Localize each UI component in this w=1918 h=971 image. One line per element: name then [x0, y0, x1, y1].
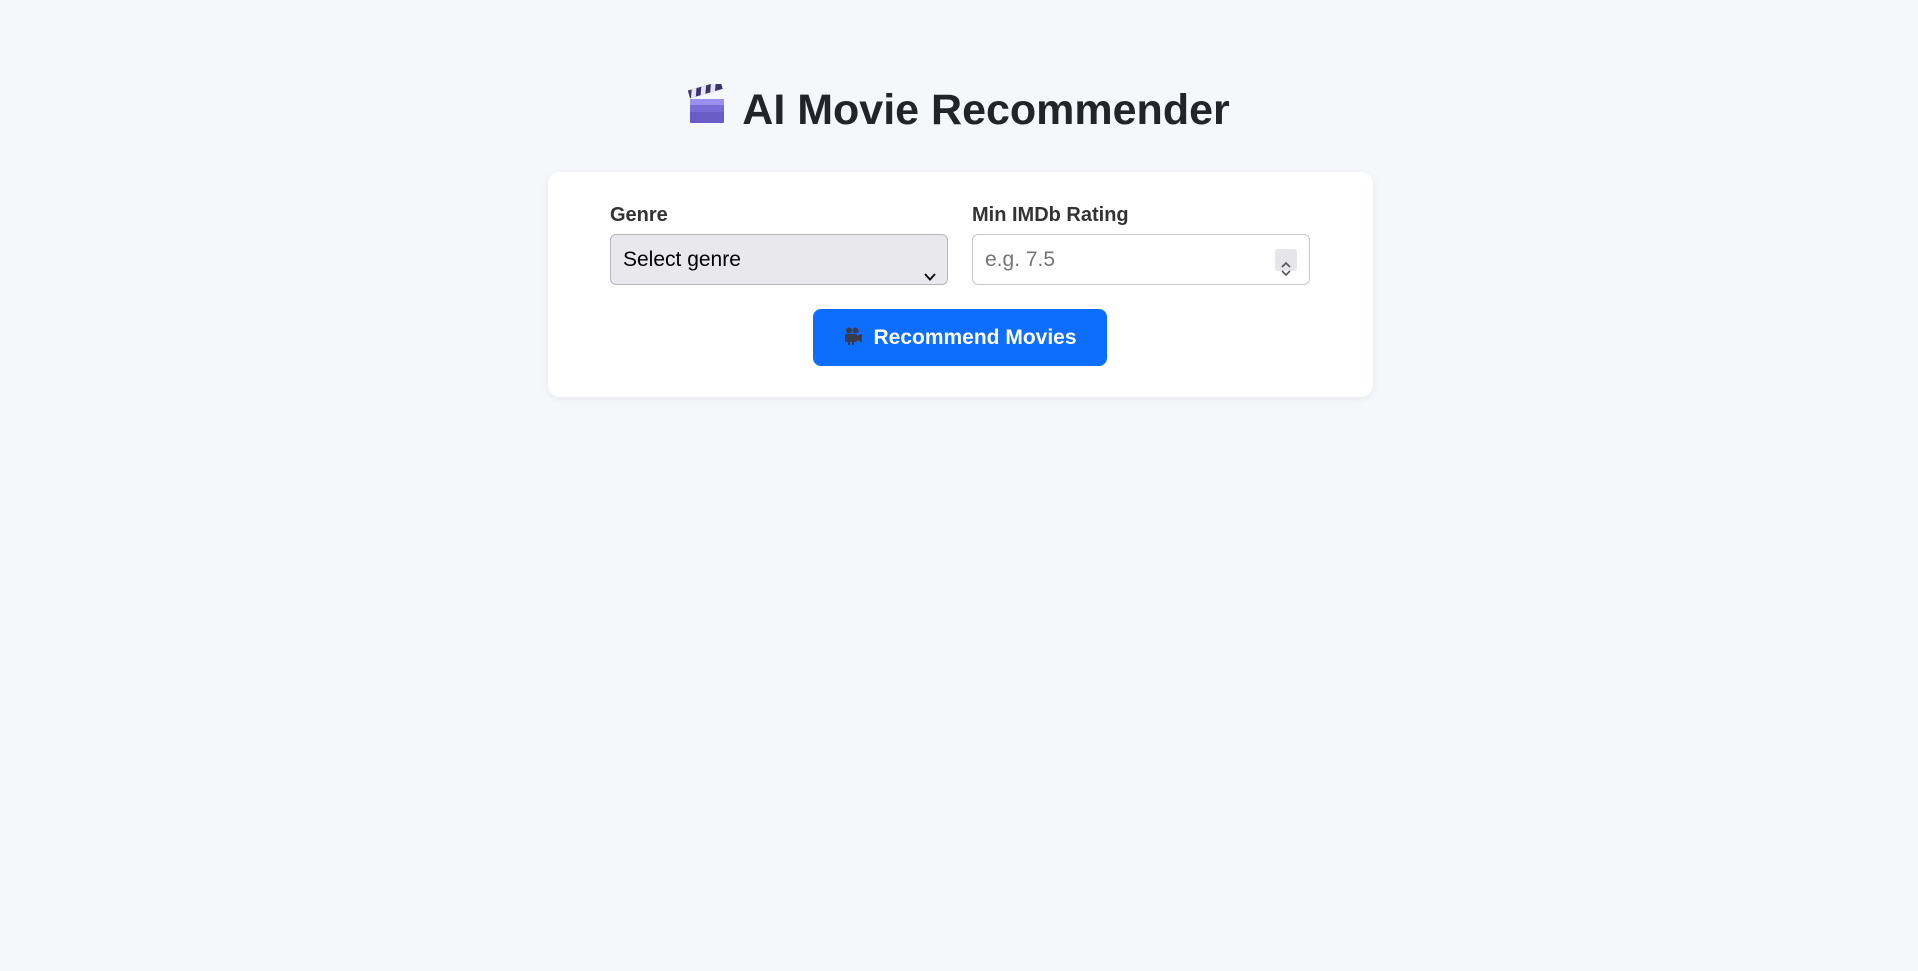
- movie-camera-icon: [843, 326, 863, 352]
- min-rating-placeholder: e.g. 7.5: [985, 248, 1056, 271]
- number-spinner[interactable]: [1275, 249, 1297, 277]
- genre-field: Genre Select genre: [610, 202, 948, 285]
- recommend-movies-label: Recommend Movies: [873, 325, 1077, 349]
- chevron-down-icon: [923, 253, 937, 302]
- genre-label: Genre: [610, 204, 668, 226]
- min-rating-input[interactable]: e.g. 7.5: [972, 234, 1310, 285]
- app-page: AI Movie Recommender Genre Select genre …: [0, 0, 1918, 971]
- recommend-movies-button[interactable]: Recommend Movies: [813, 309, 1107, 366]
- recommend-form-card: Genre Select genre Min IMDb Rating e.g. …: [548, 172, 1373, 397]
- rating-label: Min IMDb Rating: [972, 204, 1129, 226]
- page-title: AI Movie Recommender: [0, 80, 1918, 141]
- genre-select[interactable]: Select genre: [610, 234, 948, 285]
- clapperboard-icon: [688, 80, 726, 138]
- rating-field: Min IMDb Rating e.g. 7.5: [972, 202, 1310, 285]
- page-title-text: AI Movie Recommender: [742, 86, 1230, 134]
- genre-select-value: Select genre: [623, 248, 741, 271]
